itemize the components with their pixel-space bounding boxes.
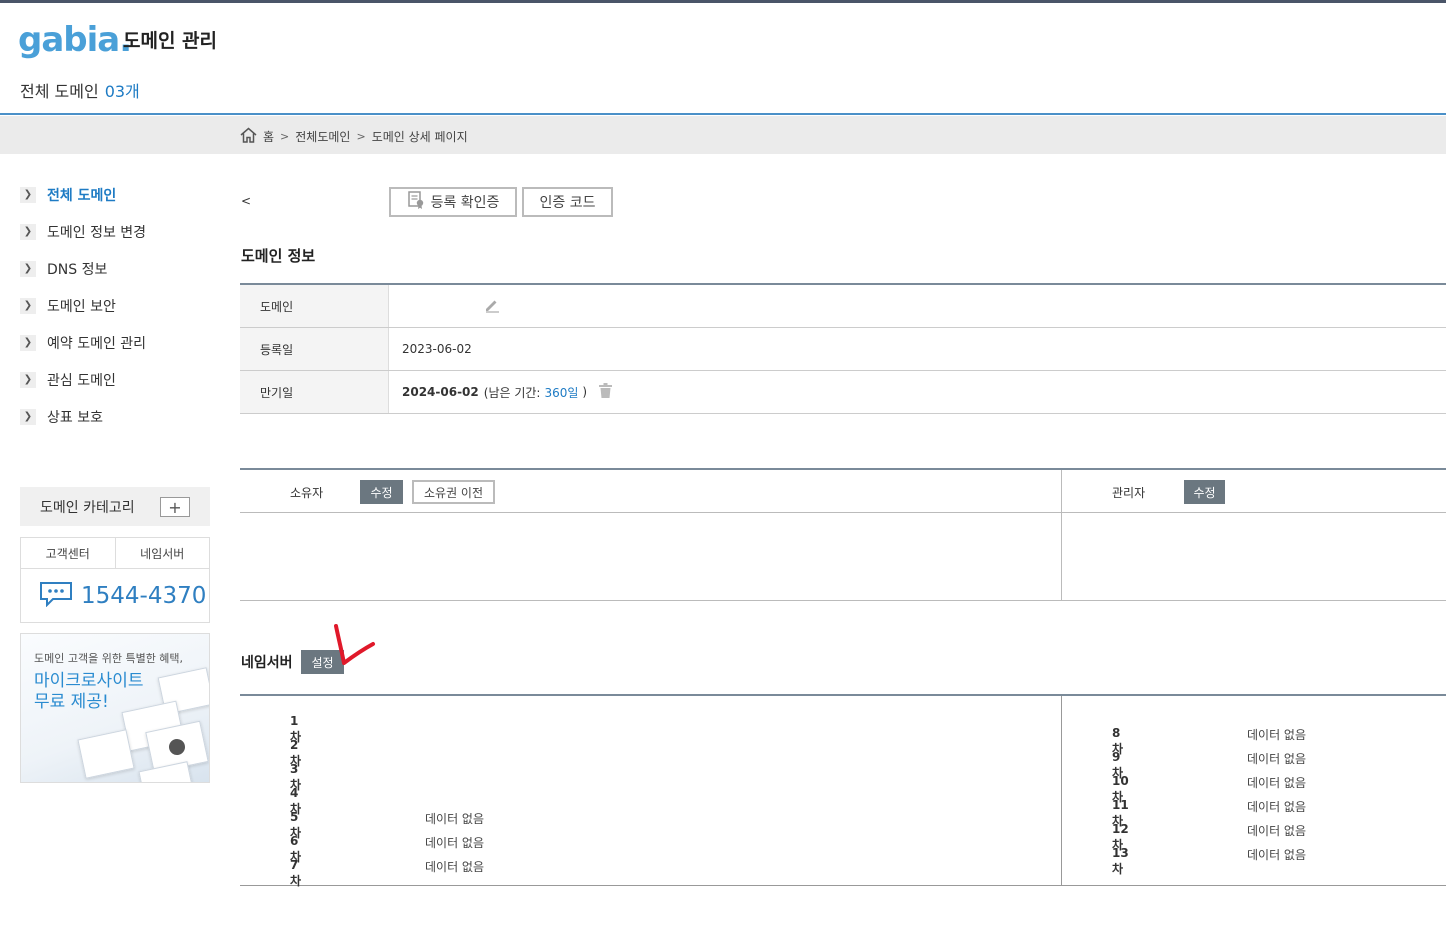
sidebar-item-watched-domains[interactable]: ❯ 관심 도메인: [20, 361, 210, 398]
column-divider: [1061, 470, 1062, 601]
admin-edit-button[interactable]: 수정: [1184, 480, 1225, 504]
chevron-right-icon: ❯: [20, 223, 36, 240]
microsite-promo-banner[interactable]: 도메인 고객을 위한 특별한 혜택, 마이크로사이트 무료 제공!: [20, 633, 210, 783]
registration-certificate-button[interactable]: 등록 확인증: [389, 187, 517, 217]
breadcrumb: 홈 > 전체도메인 > 도메인 상세 페이지: [240, 127, 468, 146]
back-button[interactable]: <: [241, 194, 251, 208]
domain-label: 도메인: [240, 285, 389, 327]
page-header: gabia. 도메인 관리 전체 도메인 03개: [0, 3, 1446, 115]
customer-help-box: 고객센터 네임서버 1544-4370: [20, 537, 210, 623]
breadcrumb-separator: >: [280, 130, 290, 143]
sidebar-item-trademark[interactable]: ❯ 상표 보호: [20, 398, 210, 435]
gabia-logo[interactable]: gabia.: [18, 20, 132, 60]
help-tabs: 고객센터 네임서버: [21, 538, 209, 569]
ns-value: 데이터 없음: [425, 860, 485, 874]
contacts-table: 소유자 수정 소유권 이전 관리자 수정: [240, 468, 1446, 601]
red-checkmark-annotation: [334, 624, 375, 665]
sidebar-item-label: 도메인 정보 변경: [47, 224, 147, 241]
column-divider: [1061, 696, 1062, 886]
certificate-icon: [407, 191, 425, 213]
ns-order: 7차: [290, 858, 302, 888]
chevron-right-icon: ❯: [20, 334, 36, 351]
domain-category-label: 도메인 카테고리: [40, 499, 135, 516]
ns-value: 데이터 없음: [425, 836, 485, 850]
table-row: 등록일 2023-06-02: [240, 328, 1446, 371]
ns-value: 데이터 없음: [1247, 776, 1307, 790]
ns-value: 데이터 없음: [1247, 800, 1307, 814]
remaining-suffix: ): [582, 385, 588, 399]
app-title: 도메인 관리: [123, 30, 218, 52]
sidebar-item-reserved-domains[interactable]: ❯ 예약 도메인 관리: [20, 324, 210, 361]
chevron-right-icon: ❯: [20, 297, 36, 314]
promo-illustration: [77, 729, 135, 779]
sidebar-item-label: 관심 도메인: [47, 372, 116, 389]
promo-subtitle: 도메인 고객을 위한 특별한 혜택,: [34, 652, 184, 665]
promo-title-line: 무료 제공!: [34, 692, 109, 712]
trash-icon[interactable]: [599, 383, 613, 401]
domain-info-title: 도메인 정보: [241, 247, 316, 265]
owner-label: 소유자: [290, 486, 324, 500]
domain-category-box: 도메인 카테고리 +: [20, 487, 210, 526]
sidebar-item-dns-info[interactable]: ❯ DNS 정보: [20, 250, 210, 287]
sidebar-item-domain-info-change[interactable]: ❯ 도메인 정보 변경: [20, 213, 210, 250]
tab-customer-center[interactable]: 고객센터: [21, 538, 115, 568]
admin-label: 관리자: [1112, 486, 1146, 500]
sidebar-item-label: 상표 보호: [47, 409, 103, 426]
sidebar-item-all-domains[interactable]: ❯ 전체 도메인: [20, 176, 210, 213]
sidebar-nav: ❯ 전체 도메인 ❯ 도메인 정보 변경 ❯ DNS 정보 ❯ 도메인 보안 ❯ 예약 도…: [20, 176, 210, 435]
expiry-date-value: 2024-06-02: [402, 385, 479, 399]
ns-value: 데이터 없음: [1247, 848, 1307, 862]
table-row: 도메인: [240, 285, 1446, 328]
breadcrumb-all-domains[interactable]: 전체도메인: [295, 128, 350, 145]
expiry-date-label: 만기일: [240, 371, 389, 413]
sidebar-item-domain-security[interactable]: ❯ 도메인 보안: [20, 287, 210, 324]
promo-title: 마이크로사이트 무료 제공!: [34, 671, 143, 713]
sidebar-item-label: 예약 도메인 관리: [47, 335, 147, 352]
nameserver-title: 네임서버: [241, 655, 293, 671]
ns-value: 데이터 없음: [1247, 728, 1307, 742]
nameserver-table: 1차 2차 3차 4차 5차 데이터 없음 6차 데이터 없음 7차 데이터 없음 8…: [240, 694, 1446, 888]
breadcrumb-current: 도메인 상세 페이지: [371, 130, 468, 144]
sidebar-item-label: DNS 정보: [47, 261, 108, 278]
total-domain-summary: 전체 도메인 03개: [20, 78, 140, 102]
domain-value-cell: [389, 285, 1446, 327]
chevron-right-icon: ❯: [20, 260, 36, 277]
home-icon[interactable]: [240, 127, 257, 146]
help-phone: 1544-4370: [39, 581, 206, 611]
total-count[interactable]: 03개: [105, 82, 140, 101]
chevron-right-icon: ❯: [20, 408, 36, 425]
add-category-button[interactable]: +: [160, 497, 190, 517]
sidebar-item-label: 전체 도메인: [47, 187, 117, 204]
ns-order: 13차: [1112, 846, 1129, 876]
auth-code-button[interactable]: 인증 코드: [522, 187, 613, 217]
chevron-right-icon: ❯: [20, 186, 36, 203]
owner-transfer-button[interactable]: 소유권 이전: [412, 480, 495, 504]
phone-number: 1544-4370: [81, 583, 207, 609]
registration-certificate-label: 등록 확인증: [430, 195, 500, 211]
total-label: 전체 도메인: [20, 82, 99, 101]
expiry-date-cell: 2024-06-02 (남은 기간: 360일 ): [389, 371, 1446, 413]
promo-title-line: 마이크로사이트: [34, 671, 144, 691]
registration-date-label: 등록일: [240, 328, 389, 370]
ns-value: 데이터 없음: [1247, 824, 1307, 838]
chat-bubble-icon: [39, 581, 73, 611]
breadcrumb-bar: 홈 > 전체도메인 > 도메인 상세 페이지: [0, 116, 1446, 154]
domain-info-table: 도메인 등록일 2023-06-02 만기일 2024-06-02 (남은 기간…: [240, 283, 1446, 414]
breadcrumb-separator: >: [356, 130, 366, 143]
tab-nameserver[interactable]: 네임서버: [114, 538, 210, 568]
breadcrumb-home[interactable]: 홈: [263, 128, 274, 145]
table-row: 만기일 2024-06-02 (남은 기간: 360일 ): [240, 371, 1446, 414]
chevron-right-icon: ❯: [20, 371, 36, 388]
ns-value: 데이터 없음: [425, 812, 485, 826]
registration-date-value: 2023-06-02: [402, 342, 472, 356]
ns-value: 데이터 없음: [1247, 752, 1307, 766]
remaining-days: 360일: [544, 385, 579, 400]
sidebar-item-label: 도메인 보안: [47, 298, 116, 315]
pencil-edit-icon[interactable]: [484, 297, 500, 316]
owner-edit-button[interactable]: 수정: [360, 480, 403, 504]
remaining-prefix: (남은 기간:: [483, 385, 541, 400]
